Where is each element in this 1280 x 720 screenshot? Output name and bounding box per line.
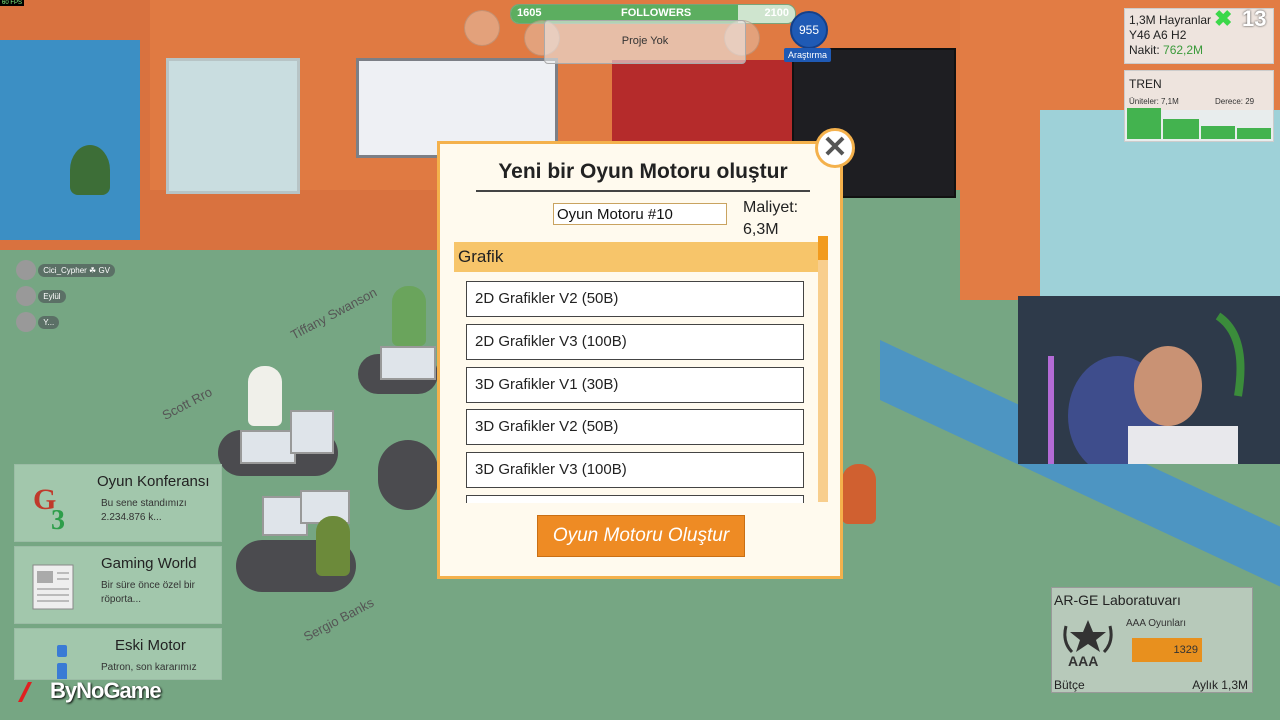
svg-text:AAA: AAA: [1068, 653, 1098, 668]
aaa-laurel-icon: AAA: [1063, 620, 1113, 668]
notification-card[interactable]: Gaming World Bir süre önce özel bir röpo…: [14, 546, 222, 624]
notification-title: Eski Motor: [115, 637, 186, 654]
scrollbar[interactable]: [818, 236, 828, 502]
trend-panel[interactable]: TREN Üniteler: 7,1M Derece: 29: [1124, 70, 1274, 142]
trend-bar: [1163, 119, 1199, 139]
employee-sergio[interactable]: [316, 516, 350, 576]
avatar: [16, 312, 36, 332]
feature-option[interactable]: 3D Grafikler V3 (100B): [466, 452, 804, 489]
fps-counter: 60 FPS: [0, 0, 25, 6]
channel-logo: ByNoGame: [14, 676, 222, 706]
notification-body: Bu sene standımızı 2.234.876 k...: [101, 498, 187, 523]
cost-value: 6,3M: [743, 221, 779, 238]
lab-monthly: Aylık 1,3M: [1192, 678, 1248, 692]
design-circle[interactable]: [464, 10, 500, 46]
feature-list: 2D Grafikler V2 (50B) 2D Grafikler V3 (1…: [466, 281, 804, 503]
trend-title: TREN: [1129, 77, 1162, 91]
avatar: [16, 260, 36, 280]
research-label: Araştırma: [784, 48, 832, 62]
project-status[interactable]: Proje Yok: [544, 20, 746, 64]
engine-name-input[interactable]: [553, 203, 727, 225]
dialog-title: Yeni bir Oyun Motoru oluştur: [476, 160, 810, 192]
trend-bar: [1201, 126, 1235, 139]
svg-text:3: 3: [51, 505, 65, 531]
scrollbar-thumb[interactable]: [818, 236, 828, 260]
staff-name: Y...: [38, 315, 60, 329]
trend-bar: [1237, 128, 1271, 139]
rnd-lab-panel[interactable]: AR-GE Laboratuvarı AAA AAA Oyunları 1329…: [1051, 587, 1253, 693]
staff-name: Eylül: [38, 289, 66, 303]
create-engine-dialog: Yeni bir Oyun Motoru oluştur Maliyet: 6,…: [437, 141, 843, 579]
trend-rank: Derece: 29: [1215, 97, 1255, 106]
notification-title: Oyun Konferansı: [97, 473, 210, 490]
lab-title: AR-GE Laboratuvarı: [1054, 592, 1181, 608]
employee-scott[interactable]: [248, 366, 282, 426]
logo-text: ByNoGame: [50, 678, 162, 703]
followers-label: FOLLOWERS: [621, 7, 692, 19]
category-header-graphics[interactable]: Grafik: [454, 242, 818, 272]
feature-option[interactable]: 3D Grafikler V1 (30B): [466, 366, 804, 403]
level-star-icon: ✖: [1214, 6, 1233, 31]
notification-title: Gaming World: [101, 555, 197, 572]
engine-icon: [57, 645, 67, 679]
lab-subtitle: AAA Oyunları: [1126, 618, 1187, 629]
trend-bar: [1127, 108, 1161, 139]
cash-label: Nakit:: [1129, 43, 1160, 57]
cash-value: 762,2M: [1163, 43, 1204, 57]
streamer-camera-icon: [1018, 296, 1280, 464]
feature-option[interactable]: 2D Grafikler V3 (100B): [466, 323, 804, 360]
bynogame-logo-icon: [18, 682, 32, 702]
monitor: [380, 346, 436, 380]
close-icon[interactable]: ✕: [815, 128, 855, 168]
glass-door: [166, 58, 300, 194]
followers-current: 1605: [517, 7, 542, 19]
webcam-overlay: [1018, 296, 1280, 464]
g3-logo-icon: G 3: [33, 483, 65, 531]
lab-budget-label: Bütçe: [1054, 678, 1085, 692]
notification-body: Bir süre önce özel bir röportа...: [101, 580, 195, 605]
desk[interactable]: [378, 440, 438, 510]
research-points[interactable]: 955: [790, 11, 828, 49]
monitor: [240, 430, 296, 464]
staff-entry[interactable]: Eylül: [16, 286, 136, 306]
cost-label: Maliyet:: [743, 199, 799, 216]
level-number: 13: [1242, 6, 1267, 31]
newspaper-icon: [32, 564, 74, 610]
staff-name: Cici_Cypher: [43, 265, 87, 275]
monitor: [290, 410, 334, 454]
feature-option[interactable]: 3D Grafikler V2 (50B): [466, 409, 804, 446]
feature-option[interactable]: 2D Grafikler V2 (50B): [466, 281, 804, 317]
potted-plant: [70, 145, 110, 195]
notification-card[interactable]: G 3 Oyun Konferansı Bu sene standımızı 2…: [14, 464, 222, 542]
feature-option[interactable]: [466, 494, 804, 503]
staff-entry[interactable]: Cici_Cypher ☘ GV: [16, 260, 136, 280]
followers-target: 2100: [764, 7, 789, 19]
lab-value: 1329: [1132, 638, 1202, 662]
leaf-icon: ☘: [89, 265, 97, 275]
staff-entry[interactable]: Y...: [16, 312, 136, 332]
employee[interactable]: [842, 464, 876, 524]
cost-display: Maliyet: 6,3M: [743, 197, 798, 241]
staff-tag: GV: [98, 265, 111, 275]
notification-body: Patron, son kararımız: [101, 662, 197, 673]
blue-wall: [0, 40, 140, 240]
trend-units: Üniteler: 7,1M: [1129, 97, 1179, 106]
avatar: [16, 286, 36, 306]
red-banner-wall: [612, 60, 798, 150]
notification-card[interactable]: Eski Motor Patron, son kararımız: [14, 628, 222, 680]
project-status-text: Proje Yok: [621, 35, 669, 47]
employee-tiffany[interactable]: [392, 286, 426, 346]
create-engine-button[interactable]: Oyun Motoru Oluştur: [537, 515, 745, 557]
